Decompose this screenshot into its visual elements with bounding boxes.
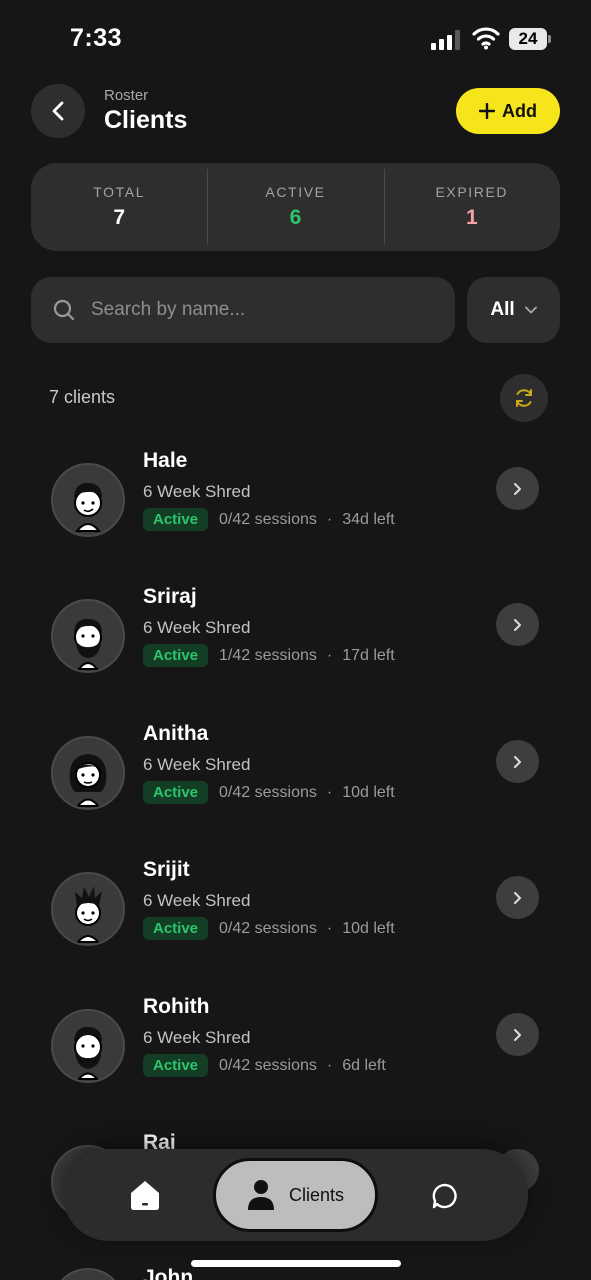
refresh-button[interactable]	[500, 374, 548, 422]
battery-icon: 24	[509, 28, 551, 50]
plus-icon	[479, 103, 495, 119]
client-sessions: 1/42 sessions	[219, 646, 317, 664]
page-title: Clients	[104, 106, 188, 134]
avatar	[51, 1268, 125, 1280]
client-name: Srijit	[143, 858, 190, 881]
search-icon	[53, 299, 75, 321]
separator-dot: ·	[326, 510, 333, 528]
client-row[interactable]: Sriraj 6 Week Shred Active 1/42 sessions…	[0, 585, 591, 695]
client-sessions: 0/42 sessions	[219, 510, 317, 528]
avatar	[51, 872, 125, 946]
client-days-left: 34d left	[342, 510, 395, 528]
stats-card: TOTAL 7 ACTIVE 6 EXPIRED 1	[31, 163, 560, 251]
chevron-right-icon	[514, 891, 521, 904]
client-plan: 6 Week Shred	[143, 891, 251, 910]
search-box[interactable]	[31, 277, 455, 343]
open-client-button[interactable]	[496, 1013, 539, 1056]
client-count: 7 clients	[49, 387, 116, 407]
nav-clients-label: Clients	[288, 1184, 345, 1205]
filter-selected: All	[490, 299, 515, 320]
chevron-left-icon	[52, 101, 64, 121]
chevron-right-icon	[514, 482, 521, 495]
person-icon	[247, 1180, 274, 1210]
client-sessions: 0/42 sessions	[219, 783, 317, 801]
client-name: Sriraj	[143, 585, 197, 608]
separator-dot: ·	[326, 783, 333, 801]
client-days-left: 6d left	[342, 1056, 386, 1074]
client-meta: Active 0/42 sessions · 34d left	[143, 508, 395, 531]
client-sessions: 0/42 sessions	[219, 1056, 317, 1074]
stat-value: 1	[465, 206, 478, 229]
client-row[interactable]: Srijit 6 Week Shred Active 0/42 sessions…	[0, 858, 591, 968]
client-plan: 6 Week Shred	[143, 1028, 251, 1047]
filter-dropdown[interactable]: All	[467, 277, 560, 343]
client-plan: 6 Week Shred	[143, 755, 251, 774]
client-days-left: 10d left	[342, 919, 395, 937]
client-days-left: 10d left	[342, 783, 395, 801]
status-time: 7:33	[70, 24, 123, 52]
stat-value: 6	[289, 206, 302, 229]
open-client-button[interactable]	[496, 603, 539, 646]
open-client-button[interactable]	[496, 876, 539, 919]
chevron-right-icon	[514, 1028, 521, 1041]
add-button-label: Add	[502, 100, 537, 121]
status-badge: Active	[143, 1054, 209, 1077]
header-subtitle: Roster	[104, 87, 149, 104]
status-badge: Active	[143, 508, 209, 531]
avatar	[51, 463, 125, 537]
avatar	[51, 599, 125, 673]
stat-value: 7	[113, 206, 125, 229]
status-bar: 7:33 24	[0, 0, 591, 80]
chat-icon[interactable]	[431, 1182, 459, 1210]
client-meta: Active 0/42 sessions · 10d left	[143, 781, 395, 804]
back-button[interactable]	[31, 84, 85, 138]
stat-label: TOTAL	[93, 184, 146, 200]
stat-active: ACTIVE 6	[207, 163, 383, 251]
client-name[interactable]: John	[143, 1266, 193, 1280]
client-row[interactable]: Anitha 6 Week Shred Active 0/42 sessions…	[0, 722, 591, 832]
add-client-button[interactable]: Add	[456, 88, 560, 134]
search-input[interactable]	[91, 299, 411, 321]
stat-label: ACTIVE	[265, 184, 326, 200]
client-meta: Active 0/42 sessions · 10d left	[143, 917, 395, 940]
client-name: Anitha	[143, 722, 209, 745]
home-indicator	[191, 1260, 401, 1267]
client-plan: 6 Week Shred	[143, 618, 251, 637]
client-row[interactable]: Hale 6 Week Shred Active 0/42 sessions ·…	[0, 449, 591, 559]
client-meta: Active 1/42 sessions · 17d left	[143, 644, 395, 667]
separator-dot: ·	[326, 646, 333, 664]
separator-dot: ·	[326, 919, 333, 937]
client-name: Rohith	[143, 995, 210, 1018]
client-name: Hale	[143, 449, 188, 472]
avatar	[51, 1009, 125, 1083]
status-badge: Active	[143, 644, 209, 667]
client-row[interactable]: Rohith 6 Week Shred Active 0/42 sessions…	[0, 995, 591, 1105]
battery-level: 24	[509, 28, 547, 50]
chevron-down-icon	[524, 306, 537, 314]
status-badge: Active	[143, 917, 209, 940]
bottom-nav: Clients	[63, 1149, 528, 1241]
cellular-signal-icon	[431, 30, 460, 50]
client-plan: 6 Week Shred	[143, 482, 251, 501]
open-client-button[interactable]	[496, 467, 539, 510]
avatar	[51, 736, 125, 810]
chevron-right-icon	[514, 755, 521, 768]
client-sessions: 0/42 sessions	[219, 919, 317, 937]
open-client-button[interactable]	[496, 740, 539, 783]
stat-label: EXPIRED	[435, 184, 509, 200]
client-meta: Active 0/42 sessions · 6d left	[143, 1054, 386, 1077]
stat-expired: EXPIRED 1	[383, 163, 560, 251]
separator-dot: ·	[326, 1056, 333, 1074]
chevron-right-icon	[514, 618, 521, 631]
client-days-left: 17d left	[342, 646, 395, 664]
refresh-icon	[516, 389, 532, 407]
home-icon[interactable]	[127, 1177, 163, 1213]
nav-tab-clients[interactable]: Clients	[213, 1158, 378, 1232]
wifi-icon	[472, 27, 500, 50]
stat-total: TOTAL 7	[31, 163, 207, 251]
status-badge: Active	[143, 781, 209, 804]
